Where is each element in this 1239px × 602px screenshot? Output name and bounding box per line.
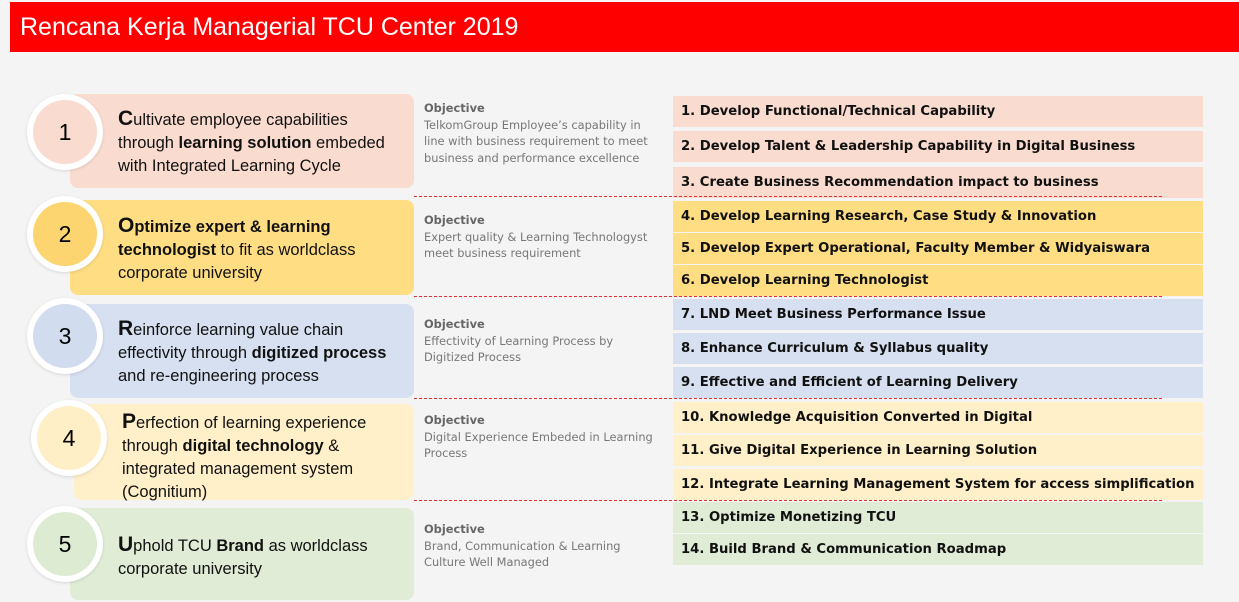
program-item: 8. Enhance Curriculum & Syllabus quality: [673, 333, 1203, 364]
program-item: 5. Develop Expert Operational, Faculty M…: [673, 233, 1203, 264]
pillar-2-number: 2: [33, 202, 97, 266]
pillar-1-text: Cultivate employee capabilities through …: [118, 107, 385, 175]
pillar-1-number: 1: [33, 100, 97, 164]
objective-5: Objective Brand, Communication & Learnin…: [424, 522, 621, 570]
pillar-3-number: 3: [33, 304, 97, 368]
pillar-5-number: 5: [33, 512, 97, 576]
pillar-4-badge: 4: [31, 400, 107, 476]
program-item: 1. Develop Functional/Technical Capabili…: [673, 96, 1203, 127]
program-item: 10. Knowledge Acquisition Converted in D…: [673, 402, 1203, 433]
objective-1: Objective TelkomGroup Employee’s capabil…: [424, 101, 648, 165]
program-item: 6. Develop Learning Technologist: [673, 265, 1203, 296]
pillar-4-number: 4: [37, 406, 101, 470]
program-item: 2. Develop Talent & Leadership Capabilit…: [673, 131, 1203, 162]
section-divider: [414, 196, 1162, 197]
program-item: 13. Optimize Monetizing TCU: [673, 502, 1203, 533]
page-title: Rencana Kerja Managerial TCU Center 2019: [10, 2, 1239, 52]
program-item: 9. Effective and Efficient of Learning D…: [673, 367, 1203, 398]
section-divider: [414, 500, 1162, 501]
pillar-3-badge: 3: [27, 298, 103, 374]
program-item: 7. LND Meet Business Performance Issue: [673, 299, 1203, 330]
program-item: 11. Give Digital Experience in Learning …: [673, 435, 1203, 466]
pillar-5-badge: 5: [27, 506, 103, 582]
pillar-2-badge: 2: [27, 196, 103, 272]
objective-4: Objective Digital Experience Embeded in …: [424, 413, 653, 461]
program-item: 12. Integrate Learning Management System…: [673, 469, 1203, 500]
section-divider: [414, 296, 1162, 297]
section-divider: [414, 398, 1162, 399]
objective-3: Objective Effectivity of Learning Proces…: [424, 317, 614, 365]
pillar-2-text: Optimize expert & learning technologist …: [118, 214, 356, 282]
program-item: 14. Build Brand & Communication Roadmap: [673, 534, 1203, 565]
program-item: 4. Develop Learning Research, Case Study…: [673, 201, 1203, 232]
pillar-1-badge: 1: [27, 94, 103, 170]
pillar-3-text: Reinforce learning value chain effectivi…: [118, 317, 387, 385]
pillar-4-text: Perfection of learning experience throug…: [122, 410, 367, 501]
pillar-5-text: Uphold TCU Brand as worldclass corporate…: [118, 533, 368, 578]
objective-2: Objective Expert quality & Learning Tech…: [424, 213, 648, 261]
program-item: 3. Create Business Recommendation impact…: [673, 167, 1203, 198]
